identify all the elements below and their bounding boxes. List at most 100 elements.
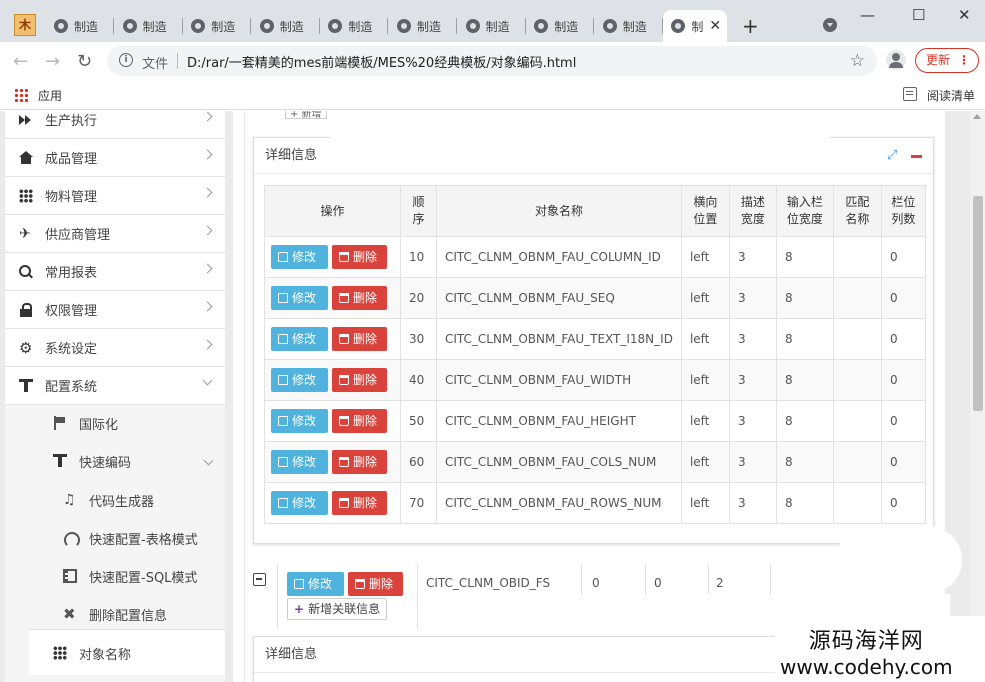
scroll-up-icon[interactable] xyxy=(973,114,981,119)
address-bar[interactable]: i 文件 D:/rar/一套精美的mes前端模板/MES%20经典模板/对象编码… xyxy=(107,46,877,76)
collapse-icon[interactable] xyxy=(911,155,922,158)
delete-button[interactable]: 删除 xyxy=(332,409,387,433)
music-icon: ♫ xyxy=(63,492,76,508)
app-logo-icon[interactable]: 木 xyxy=(14,14,36,36)
edit-button[interactable]: 修改 xyxy=(271,286,328,310)
forward-icon xyxy=(19,113,33,127)
browser-tab[interactable]: 制造 xyxy=(458,10,526,42)
apps-grid-icon[interactable] xyxy=(14,88,28,102)
bookmark-star-icon[interactable]: ☆ xyxy=(850,51,865,71)
trash-icon xyxy=(339,334,349,344)
cell-input-width: 8 xyxy=(775,277,834,319)
sidebar-item-label: 配置系统 xyxy=(45,380,98,395)
edit-button[interactable]: 修改 xyxy=(271,245,328,269)
url-text[interactable]: D:/rar/一套精美的mes前端模板/MES%20经典模板/对象编码.html xyxy=(187,52,576,71)
delete-button[interactable]: 删除 xyxy=(348,572,403,596)
sidebar-item-object-name[interactable]: 对象名称 xyxy=(53,638,131,668)
close-window-button[interactable]: ✕ xyxy=(958,6,971,24)
browser-tab[interactable]: 制造 xyxy=(183,10,252,42)
sidebar-item-quick-config-table[interactable]: 快速配置-表格模式 xyxy=(63,523,198,553)
reading-list-icon[interactable] xyxy=(903,87,917,101)
tab-title: 制造 xyxy=(485,19,510,34)
cell-align: left xyxy=(680,277,730,319)
redaction-mask xyxy=(330,111,830,157)
edit-icon xyxy=(278,334,288,344)
browser-tab[interactable]: 制造 xyxy=(46,10,114,42)
sidebar-item-4[interactable]: 常用报表 xyxy=(5,253,225,291)
apps-link[interactable]: 应用 xyxy=(38,87,62,104)
cell-align: left xyxy=(680,318,730,360)
delete-button[interactable]: 删除 xyxy=(332,327,387,351)
tab-title: 制造 xyxy=(348,19,373,34)
delete-button[interactable]: 删除 xyxy=(332,368,387,392)
detail-table: 操作 顺序 对象名称 横向位置 描述宽度 输入栏位宽度 匹配名称 栏位列数 修改… xyxy=(264,185,926,524)
browser-tab[interactable]: 制造 xyxy=(526,10,595,42)
edit-button[interactable]: 修改 xyxy=(271,409,328,433)
sidebar-item-i18n[interactable]: 国际化 xyxy=(53,408,118,438)
forward-button[interactable]: → xyxy=(45,51,60,72)
browser-tab[interactable]: 制造 xyxy=(252,10,320,42)
table-row: 修改 删除 70 CITC_CLNM_OBNM_FAU_ROWS_NUM left 3 8 0 xyxy=(264,482,926,524)
edit-button[interactable]: 修改 xyxy=(271,368,328,392)
edit-icon xyxy=(294,579,304,589)
edit-button[interactable]: 修改 xyxy=(271,491,328,515)
reading-list-link[interactable]: 阅读清单 xyxy=(927,87,975,104)
delete-button[interactable]: 删除 xyxy=(332,450,387,474)
col-header-align: 横向位置 xyxy=(680,185,730,237)
tab-search-icon[interactable] xyxy=(823,18,837,32)
cell-desc-width: 3 xyxy=(728,277,777,319)
sidebar-item-3[interactable]: ✈ 供应商管理 xyxy=(5,215,225,253)
delete-button[interactable]: 删除 xyxy=(332,286,387,310)
browser-tab[interactable]: 制造 xyxy=(389,10,457,42)
profile-avatar-icon[interactable] xyxy=(886,50,906,70)
minimize-button[interactable]: — xyxy=(860,6,875,24)
more-menu-icon[interactable]: ⋮ xyxy=(958,49,970,72)
edit-button[interactable]: 修改 xyxy=(271,327,328,351)
sidebar-item-delete-config[interactable]: ✖ 删除配置信息 xyxy=(63,599,167,629)
cell-align: left xyxy=(680,359,730,401)
update-button[interactable]: 更新 ⋮ xyxy=(915,48,979,73)
edit-button[interactable]: 修改 xyxy=(287,572,344,596)
cell-input-width: 8 xyxy=(775,482,834,524)
reload-button[interactable]: ↻ xyxy=(77,51,92,72)
browser-tab-active[interactable]: 制 ✕ xyxy=(663,10,728,42)
sidebar-item-1[interactable]: 成品管理 xyxy=(5,139,225,177)
cell-seq: 30 xyxy=(400,318,437,360)
sidebar-item-5[interactable]: 权限管理 xyxy=(5,291,225,329)
cell-cols: 0 xyxy=(880,236,926,278)
sidebar-item-quick-config-sql[interactable]: 快速配置-SQL模式 xyxy=(63,561,197,591)
delete-button[interactable]: 删除 xyxy=(332,245,387,269)
sidebar-item-label: 物料管理 xyxy=(45,190,98,205)
col-header-input-width: 输入栏位宽度 xyxy=(775,185,834,237)
row-actions: 修改 删除 xyxy=(264,400,401,442)
sidebar-item-quick-code[interactable]: 快速编码 xyxy=(53,446,131,476)
scrollbar-thumb[interactable] xyxy=(973,196,983,411)
delete-button[interactable]: 删除 xyxy=(332,491,387,515)
browser-tab[interactable]: 制造 xyxy=(320,10,389,42)
sidebar-item-7[interactable]: 配置系统 xyxy=(5,367,225,405)
sidebar-item-label: 国际化 xyxy=(79,417,119,433)
trash-icon xyxy=(339,293,349,303)
filter-icon xyxy=(19,378,33,393)
maximize-button[interactable]: ☐ xyxy=(912,6,925,24)
back-button[interactable]: ← xyxy=(13,51,28,72)
cell-cols: 0 xyxy=(880,441,926,483)
sidebar-item-0[interactable]: 生产执行 xyxy=(5,111,225,139)
cell-match xyxy=(832,482,882,524)
add-relation-button[interactable]: + 新增关联信息 xyxy=(287,598,388,620)
table-row: 修改 删除 10 CITC_CLNM_OBNM_FAU_COLUMN_ID left 3 8… xyxy=(264,236,926,278)
add-button-stub[interactable]: + 新增 xyxy=(285,111,327,119)
browser-tab[interactable]: 制造 xyxy=(115,10,183,42)
collapse-row-icon[interactable] xyxy=(253,573,266,586)
sidebar-item-6[interactable]: ⚙ 系统设定 xyxy=(5,329,225,367)
info-icon[interactable]: i xyxy=(119,53,133,67)
close-tab-icon[interactable]: ✕ xyxy=(709,18,721,34)
cell-cols: 0 xyxy=(880,318,926,360)
col-header-match: 匹配名称 xyxy=(832,185,882,237)
sidebar-item-2[interactable]: 物料管理 xyxy=(5,177,225,215)
new-tab-button[interactable]: + xyxy=(742,14,759,38)
browser-tab[interactable]: 制造 xyxy=(595,10,663,42)
expand-icon[interactable]: ⤢ xyxy=(887,149,901,163)
sidebar-item-code-generator[interactable]: ♫ 代码生成器 xyxy=(63,485,154,515)
edit-button[interactable]: 修改 xyxy=(271,450,328,474)
